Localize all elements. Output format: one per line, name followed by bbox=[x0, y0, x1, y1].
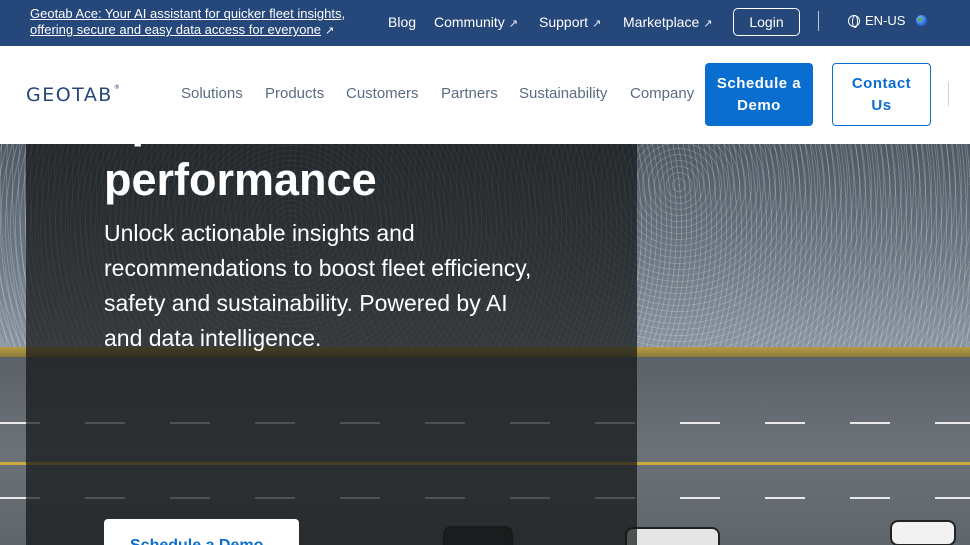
earth-icon bbox=[916, 15, 928, 26]
marketplace-link[interactable]: Marketplace ↗ bbox=[623, 13, 712, 33]
blog-link-label: Blog bbox=[388, 14, 417, 30]
language-selector[interactable]: EN-US bbox=[848, 13, 928, 28]
divider bbox=[818, 11, 819, 31]
nav-item-company[interactable]: Company bbox=[630, 85, 694, 102]
blog-link[interactable]: Blog bbox=[388, 13, 416, 31]
hero-schedule-demo-button[interactable]: Schedule a Demo bbox=[104, 519, 299, 545]
vehicle bbox=[890, 520, 956, 545]
hero-subtitle: Unlock actionable insights and recommend… bbox=[104, 220, 532, 351]
nav-divider bbox=[948, 82, 949, 106]
login-button-label: Login bbox=[749, 14, 784, 30]
external-link-icon: ↗ bbox=[508, 18, 519, 30]
hero-title: One platform for optimal fleet performan… bbox=[104, 38, 457, 205]
community-link[interactable]: Community ↗ bbox=[434, 13, 518, 33]
support-link-label: Support bbox=[539, 14, 589, 30]
community-link-label: Community bbox=[434, 14, 505, 30]
vehicle bbox=[625, 527, 720, 545]
logo-text: GEOTAB bbox=[26, 84, 113, 106]
schedule-demo-button[interactable]: Schedule a Demo bbox=[705, 63, 813, 126]
external-link-icon: ↗ bbox=[592, 18, 602, 30]
support-link[interactable]: Support ↗ bbox=[539, 13, 601, 33]
marketplace-link-label: Marketplace bbox=[623, 14, 700, 30]
hero-cta-label: Schedule a Demo bbox=[130, 537, 263, 545]
ace-promo-line-1: Geotab Ace: Your AI assistant for quicke… bbox=[30, 6, 346, 21]
language-label: EN-US bbox=[865, 13, 906, 28]
schedule-demo-label: Schedule a Demo bbox=[716, 74, 802, 114]
login-button[interactable]: Login bbox=[733, 8, 800, 36]
globe-icon bbox=[848, 14, 860, 28]
external-link-icon: ↗ bbox=[703, 18, 713, 30]
contact-us-label: Contact Us bbox=[851, 74, 912, 114]
contact-us-button[interactable]: Contact Us bbox=[832, 63, 931, 126]
